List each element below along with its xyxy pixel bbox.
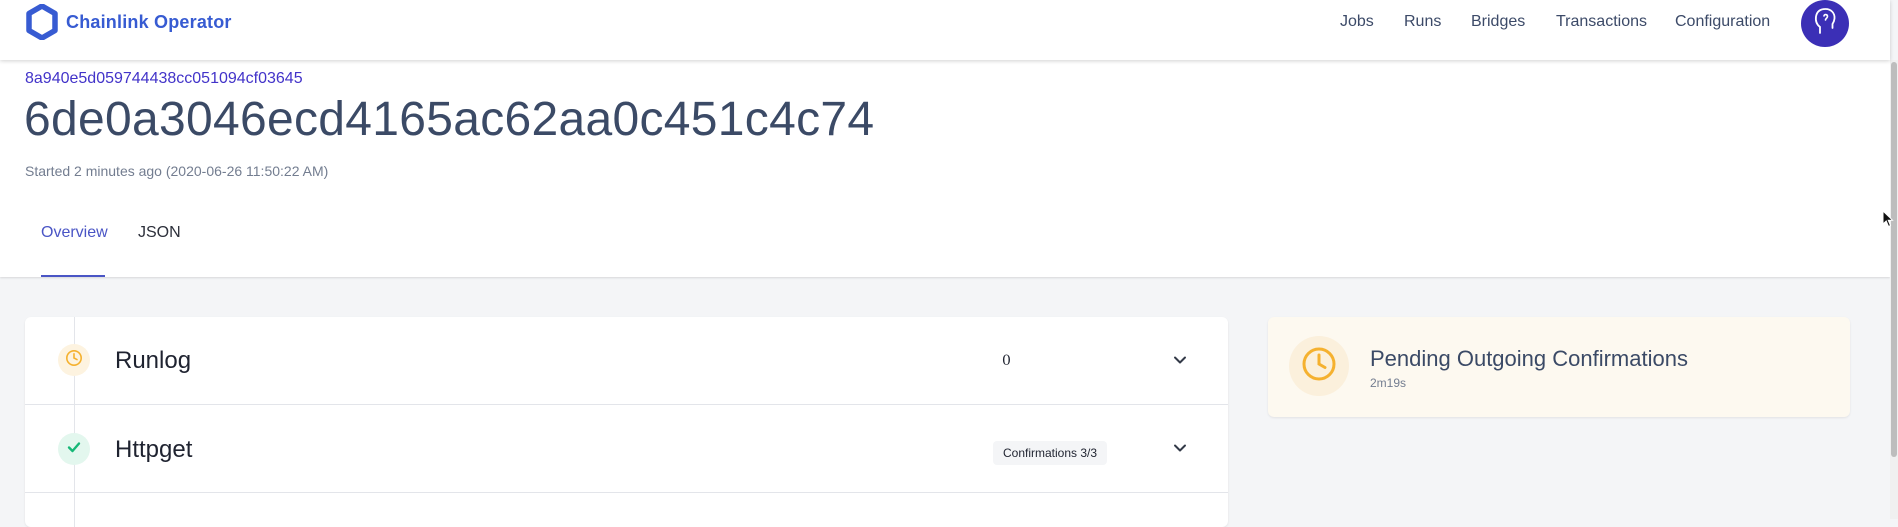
chevron-down-icon[interactable] [1172, 352, 1188, 373]
run-status-title: Pending Outgoing Confirmations [1370, 346, 1688, 371]
task-name-httpget: Httpget [115, 436, 193, 463]
chainlink-hexagon-icon [26, 4, 58, 40]
nav-runs-link[interactable]: Runs [1404, 13, 1441, 31]
task-value: 0 [1002, 353, 1011, 369]
job-id-link[interactable]: 8a940e5d059744438cc051094cf03645 [25, 70, 303, 88]
task-status-pending [58, 344, 90, 376]
task-runs-card [25, 317, 1228, 527]
active-tab-indicator [41, 275, 105, 277]
brand-logo-link[interactable]: Chainlink Operator [26, 4, 232, 40]
app-name: Chainlink Operator [66, 11, 232, 32]
user-avatar-icon [1811, 6, 1839, 41]
row-divider [25, 492, 1228, 493]
run-elapsed-time: 2m19s [1370, 376, 1407, 390]
scrollbar-thumb[interactable] [1891, 62, 1897, 457]
task-name-runlog: Runlog [115, 347, 192, 374]
page-title: 6de0a3046ecd4165ac62aa0c451c4c74 [24, 93, 875, 146]
nav-bridges-link[interactable]: Bridges [1471, 13, 1525, 31]
clock-icon [65, 349, 83, 372]
mouse-cursor-icon [1882, 209, 1894, 233]
tab-overview[interactable]: Overview [41, 224, 108, 242]
status-icon-wrapper [1289, 336, 1349, 396]
clock-icon [1301, 346, 1337, 387]
confirmations-badge: Confirmations 3/3 [993, 441, 1108, 465]
nav-configuration-link[interactable]: Configuration [1675, 13, 1770, 31]
top-navigation-bar: Chainlink Operator Jobs Runs Bridges Tra… [0, 0, 1890, 60]
check-icon [66, 439, 82, 460]
nav-transactions-link[interactable]: Transactions [1556, 13, 1647, 31]
row-divider [25, 404, 1228, 405]
tab-json[interactable]: JSON [138, 224, 181, 242]
nav-jobs-link[interactable]: Jobs [1340, 13, 1374, 31]
chevron-down-icon[interactable] [1172, 440, 1188, 461]
task-status-completed [58, 433, 90, 465]
account-avatar-button[interactable] [1801, 0, 1849, 47]
run-started-timestamp: Started 2 minutes ago (2020-06-26 11:50:… [25, 163, 329, 179]
